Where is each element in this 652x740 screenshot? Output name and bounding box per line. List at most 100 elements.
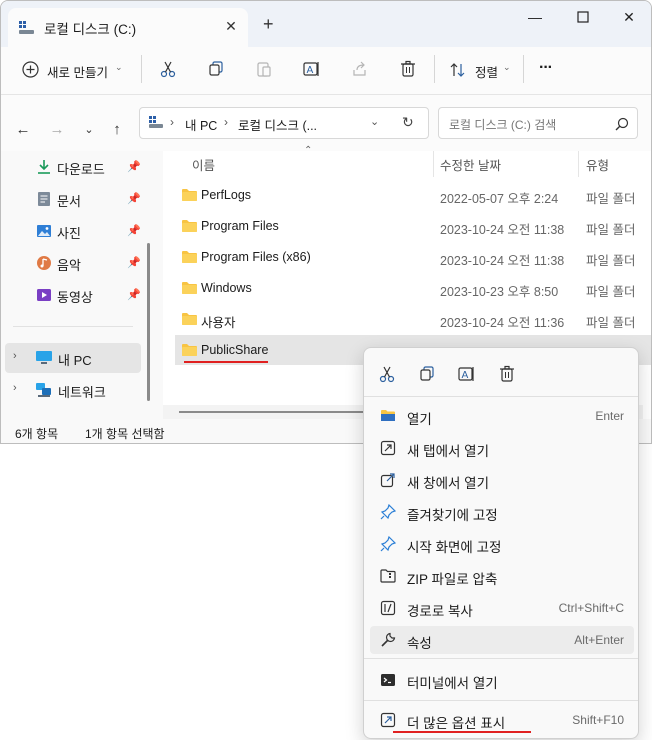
horizontal-scrollbar-thumb[interactable] [179, 411, 379, 413]
drive-icon [149, 116, 163, 128]
pc-icon [36, 351, 52, 364]
network-icon [36, 383, 51, 397]
more-options-icon [380, 712, 396, 728]
menu-item-terminal[interactable]: 터미널에서 열기 [370, 666, 634, 694]
download-icon [38, 160, 50, 174]
column-header-modified[interactable]: 수정한 날짜 [440, 155, 501, 174]
quick-access-downloads[interactable]: 다운로드 📌 [33, 153, 145, 181]
menu-item-shortcut: Alt+Enter [574, 633, 624, 647]
menu-item-copy-path[interactable]: 경로로 복사 Ctrl+Shift+C [370, 594, 634, 622]
folder-icon [182, 313, 197, 325]
copy-path-icon [380, 600, 396, 616]
file-row[interactable]: PerfLogs 2022-05-07 오후 2:24 파일 폴더 [175, 180, 651, 210]
quick-access-documents[interactable]: 문서 📌 [33, 185, 145, 213]
menu-item-pin-start[interactable]: 시작 화면에 고정 [370, 530, 634, 558]
file-type: 파일 폴더 [586, 223, 636, 237]
delete-icon[interactable] [396, 57, 420, 81]
breadcrumb-pc[interactable]: 내 PC [185, 115, 217, 134]
address-bar[interactable]: › 내 PC › 로컬 디스크 (... ⌄ ↻ [139, 107, 429, 139]
copy-icon[interactable] [415, 362, 439, 386]
file-name: Program Files (x86) [201, 250, 311, 264]
file-name: PublicShare [201, 343, 269, 357]
menu-item-open[interactable]: 열기 Enter [370, 402, 634, 430]
menu-item-open-new-tab[interactable]: 새 탭에서 열기 [370, 434, 634, 462]
recent-chevron-icon[interactable]: ⌄ [79, 119, 99, 139]
cut-icon[interactable] [156, 57, 180, 81]
share-icon[interactable] [348, 57, 372, 81]
sort-label: 정렬 [475, 66, 499, 80]
new-tab-icon [380, 440, 396, 456]
minimize-icon[interactable]: — [515, 7, 555, 29]
menu-item-more-options[interactable]: 더 많은 옵션 표시 Shift+F10 [370, 706, 634, 734]
sort-button[interactable]: 정렬 ⌄ [449, 59, 515, 81]
expand-chevron-icon[interactable]: › [13, 382, 17, 394]
rename-icon[interactable]: A [300, 57, 324, 81]
cut-icon[interactable] [375, 362, 399, 386]
pin-start-icon [380, 536, 396, 552]
rename-icon[interactable]: A [455, 362, 479, 386]
expand-chevron-icon[interactable]: › [13, 350, 17, 362]
tree-item-pc[interactable]: › 내 PC [5, 343, 141, 373]
file-row[interactable]: 사용자 2023-10-24 오전 11:36 파일 폴더 [175, 304, 651, 334]
column-header-name[interactable]: 이름 [192, 155, 215, 174]
sort-icon [450, 63, 465, 77]
file-type: 파일 폴더 [586, 285, 636, 299]
file-row[interactable]: Program Files (x86) 2023-10-24 오전 11:38 … [175, 242, 651, 272]
up-arrow-icon[interactable]: ↑ [107, 119, 127, 139]
quick-access-label: 다운로드 [57, 162, 105, 177]
column-header-type[interactable]: 유형 [586, 155, 609, 174]
folder-icon [182, 251, 197, 263]
quick-access-videos[interactable]: 동영상 📌 [33, 281, 145, 309]
paste-icon[interactable] [252, 57, 276, 81]
item-count: 6개 항목 [15, 427, 59, 441]
svg-text:A: A [307, 65, 314, 76]
nav-scrollbar[interactable] [147, 243, 150, 401]
file-name: Program Files [201, 219, 279, 233]
forward-arrow-icon[interactable]: → [47, 119, 67, 139]
tab-local-disk[interactable]: 로컬 디스크 (C:) ✕ [8, 8, 248, 47]
menu-item-pin-quick-access[interactable]: 즐겨찾기에 고정 [370, 498, 634, 526]
more-options-icon[interactable]: ··· [539, 59, 553, 77]
file-name: 사용자 [201, 316, 236, 330]
quick-access-pictures[interactable]: 사진 📌 [33, 217, 145, 245]
search-input[interactable]: 로컬 디스크 (C:) 검색 [449, 116, 556, 133]
address-history-chevron-icon[interactable]: ⌄ [370, 115, 379, 128]
copy-icon[interactable] [204, 57, 228, 81]
file-row[interactable]: Program Files 2023-10-24 오전 11:38 파일 폴더 [175, 211, 651, 241]
close-tab-icon[interactable]: ✕ [222, 17, 240, 35]
tree-item-network[interactable]: › 네트워크 [5, 375, 141, 405]
maximize-icon[interactable] [563, 7, 603, 29]
file-row[interactable]: Windows 2023-10-23 오후 8:50 파일 폴더 [175, 273, 651, 303]
search-box[interactable]: 로컬 디스크 (C:) 검색 [438, 107, 638, 139]
wrench-icon [381, 632, 396, 647]
folder-icon [182, 344, 197, 356]
back-arrow-icon[interactable]: ← [13, 119, 33, 139]
file-date: 2023-10-24 오전 11:36 [440, 316, 565, 330]
tree-item-label: 네트워크 [58, 385, 106, 400]
menu-item-properties[interactable]: 속성 Alt+Enter [370, 626, 634, 654]
file-name: PerfLogs [201, 188, 252, 202]
video-icon [37, 289, 51, 301]
search-icon[interactable] [615, 117, 629, 131]
context-menu: A 열기 Enter 새 탭에서 열기 새 창에서 열기 즐겨찾기에 고정 시작… [363, 347, 639, 739]
file-name: Windows [201, 281, 252, 295]
new-button[interactable]: 새로 만들기 ⌄ [19, 59, 129, 81]
title-bar: 로컬 디스크 (C:) ✕ + — ✕ [1, 1, 651, 47]
navigation-pane: 다운로드 📌 문서 📌 사진 📌 음악 📌 동영상 📌 › 내 PC › 네트워… [1, 151, 159, 419]
quick-access-music[interactable]: 음악 📌 [33, 249, 145, 277]
menu-item-zip[interactable]: ZIP 파일로 압축 [370, 562, 634, 590]
new-tab-button[interactable]: + [263, 14, 274, 35]
refresh-icon[interactable]: ↻ [402, 114, 414, 131]
quick-access-label: 사진 [57, 226, 81, 241]
menu-item-label: 열기 [407, 412, 432, 427]
menu-item-label: 새 창에서 열기 [407, 476, 490, 491]
folder-icon [182, 282, 197, 294]
music-icon [37, 256, 51, 270]
breadcrumb-disk[interactable]: 로컬 디스크 (... [238, 115, 317, 134]
close-window-icon[interactable]: ✕ [609, 7, 649, 29]
delete-icon[interactable] [495, 362, 519, 386]
breadcrumb-separator-icon: › [224, 115, 228, 129]
pictures-icon [37, 225, 51, 237]
menu-divider [364, 700, 638, 701]
menu-item-open-new-window[interactable]: 새 창에서 열기 [370, 466, 634, 494]
